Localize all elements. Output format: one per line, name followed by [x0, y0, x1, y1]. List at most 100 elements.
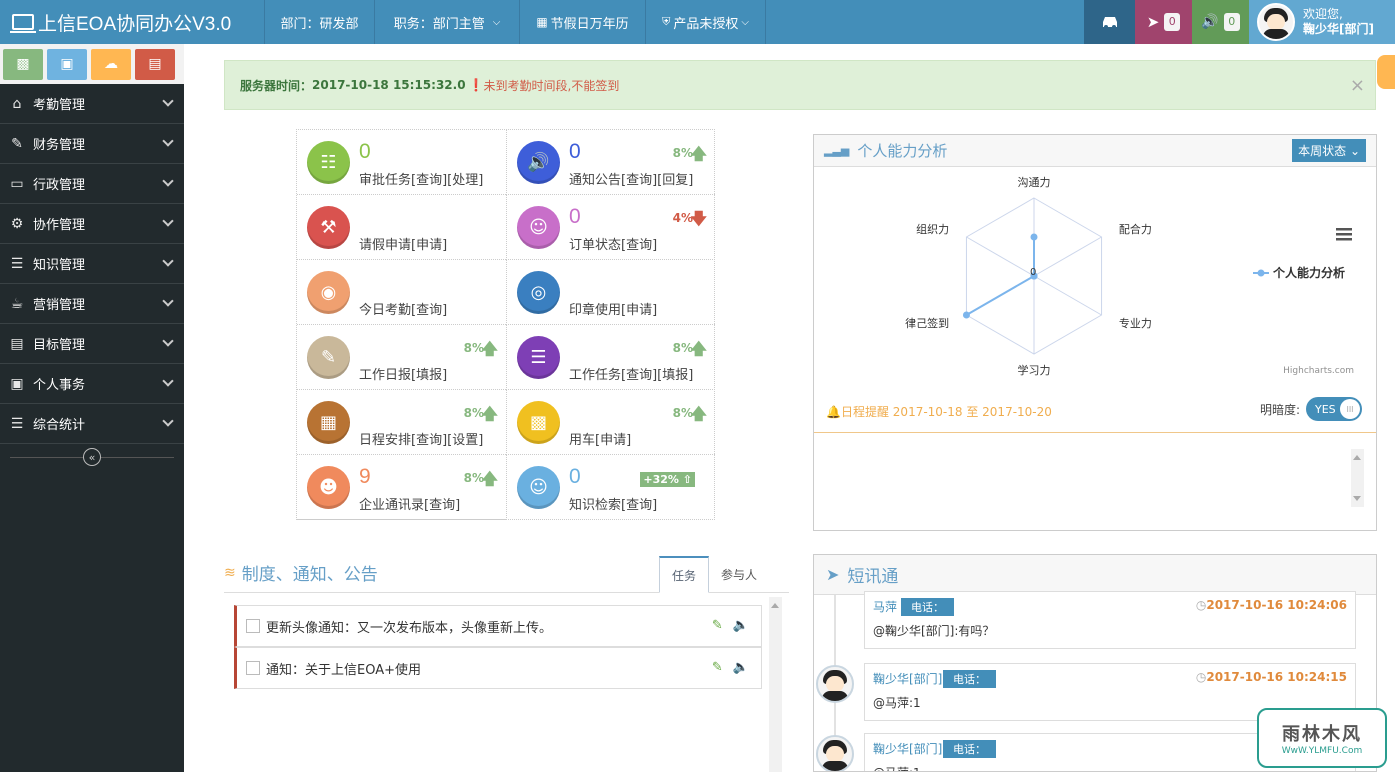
- sidebar-item-attendance[interactable]: ⌂ 考勤管理: [0, 84, 184, 124]
- sidebar-item-finance[interactable]: ✎ 财务管理: [0, 124, 184, 164]
- chevron-down-icon: ⌵: [741, 16, 749, 28]
- tile-icon: ▩: [517, 401, 560, 444]
- legend-item[interactable]: 个人能力分析: [1253, 265, 1345, 280]
- menu-icon[interactable]: [1336, 228, 1352, 241]
- notice-checkbox[interactable]: [246, 661, 260, 675]
- job-label: 职务：部门主管: [393, 16, 485, 32]
- shortcut-settings-button[interactable]: ▤: [135, 48, 175, 80]
- message-sender[interactable]: 鞠少华[部门]: [873, 740, 942, 757]
- tile-item[interactable]: 🔊 0 通知公告[查询][回复] 8% 🡅: [506, 130, 715, 195]
- volume-icon[interactable]: 🔈: [733, 660, 749, 675]
- car-button[interactable]: [1084, 0, 1135, 44]
- notice-scrollbar[interactable]: [769, 597, 782, 772]
- gears-icon: ⚙: [10, 215, 24, 232]
- sidebar-collapse[interactable]: «: [0, 444, 184, 470]
- radar-point[interactable]: [1030, 233, 1038, 241]
- notice-tabs: 任务 参与人: [658, 556, 769, 593]
- cloud-icon: ☁: [104, 56, 118, 72]
- pencil-icon[interactable]: ✎: [712, 618, 723, 633]
- message-item[interactable]: 马萍 电话： ◷2017-10-16 10:24:06 @鞠少华[部门]:有吗？: [864, 591, 1356, 649]
- shortcut-edit-button[interactable]: ▣: [47, 48, 87, 80]
- notice-header: ≋ 制度、通知、公告 任务 参与人: [224, 553, 789, 593]
- tile-percent-badge: +32% ⇧: [640, 472, 695, 487]
- sidebar-item-label: 营销管理: [33, 298, 86, 313]
- tile-icon: ☷: [307, 141, 350, 184]
- paper-plane-icon: ➤: [1146, 13, 1160, 31]
- tile-label[interactable]: 用车[申请]: [569, 429, 631, 448]
- tile-item[interactable]: ▦ 日程安排[查询][设置] 8% 🡅: [297, 390, 506, 455]
- tile-label[interactable]: 印章使用[申请]: [569, 299, 657, 318]
- tile-label[interactable]: 审批任务[查询][处理]: [359, 169, 483, 188]
- sidebar-item-knowledge[interactable]: ☰ 知识管理: [0, 244, 184, 284]
- sidebar-item-collab[interactable]: ⚙ 协作管理: [0, 204, 184, 244]
- message-sender[interactable]: 马萍: [873, 598, 897, 615]
- tab-tasks[interactable]: 任务: [658, 556, 709, 593]
- tile-label[interactable]: 工作任务[查询][填报]: [569, 364, 693, 383]
- notify-button[interactable]: ➤ 0: [1135, 0, 1192, 44]
- sidebar-item-statistics[interactable]: ☰ 综合统计: [0, 404, 184, 444]
- shortcut-stats-button[interactable]: ▩: [3, 48, 43, 80]
- tile-label[interactable]: 知识检索[查询]: [569, 494, 657, 513]
- notice-item[interactable]: 通知：关于上信EOA+使用 ✎ 🔈: [234, 647, 762, 689]
- tile-label[interactable]: 请假申请[申请]: [359, 234, 447, 253]
- tab-participants[interactable]: 参与人: [709, 556, 769, 593]
- tile-item[interactable]: ▩ 用车[申请] 8% 🡅: [506, 390, 715, 455]
- tile-item[interactable]: ☺ 0 知识检索[查询] +32% ⇧: [506, 455, 715, 520]
- sidebar-item-label: 考勤管理: [33, 98, 86, 113]
- tile-label[interactable]: 今日考勤[查询]: [359, 299, 447, 318]
- settings-tab[interactable]: [1377, 55, 1395, 89]
- clock-icon: ◷: [1195, 670, 1207, 684]
- tile-icon: ◉: [307, 271, 350, 314]
- notice-item[interactable]: 更新头像通知：又一次发布版本，头像重新上传。 ✎ 🔈: [234, 605, 762, 647]
- job-dropdown[interactable]: 职务：部门主管 ⌵: [375, 0, 520, 44]
- volume-icon[interactable]: 🔈: [733, 618, 749, 633]
- reminder-scrollbar[interactable]: [1351, 449, 1364, 507]
- sidebar-item-label: 目标管理: [33, 338, 86, 353]
- notice-text: 通知：关于上信EOA+使用: [266, 662, 422, 678]
- message-time: 2017-10-16 10:24:06: [1206, 598, 1347, 612]
- app-brand[interactable]: 上信EOA协同办公V3.0: [0, 0, 265, 44]
- tile-item[interactable]: ☺ 0 订单状态[查询] 4% 🡇: [506, 195, 715, 260]
- ability-title: 个人能力分析: [857, 142, 948, 160]
- sidebar-item-goals[interactable]: ▤ 目标管理: [0, 324, 184, 364]
- calendar-link[interactable]: ▦ 节假日万年历: [520, 0, 646, 44]
- tile-label[interactable]: 企业通讯录[查询]: [359, 494, 460, 513]
- license-dropdown[interactable]: ⛨ 产品未授权 ⌵: [646, 0, 766, 44]
- tile-item[interactable]: ☷ 0 审批任务[查询][处理]: [297, 130, 506, 195]
- schedule-reminder[interactable]: 🔔日程提醒 2017-10-18 至 2017-10-20: [826, 403, 1052, 420]
- message-sender[interactable]: 鞠少华[部门]: [873, 670, 942, 687]
- tile-item[interactable]: ☰ 工作任务[查询][填报] 8% 🡅: [506, 325, 715, 390]
- shortcut-users-button[interactable]: ☁: [91, 48, 131, 80]
- message-text: @马萍:1: [873, 696, 921, 710]
- sidebar-item-personal[interactable]: ▣ 个人事务: [0, 364, 184, 404]
- pencil-icon[interactable]: ✎: [712, 660, 723, 675]
- tile-label[interactable]: 通知公告[查询][回复]: [569, 169, 693, 188]
- watermark-logo: 雨林木风 WwW.YLMFU.Com: [1257, 708, 1387, 768]
- sidebar-item-admin[interactable]: ▭ 行政管理: [0, 164, 184, 204]
- tile-item[interactable]: ◉ 今日考勤[查询]: [297, 260, 506, 325]
- legend-label: 个人能力分析: [1272, 265, 1345, 280]
- edit-icon: ✎: [11, 135, 23, 152]
- tile-item[interactable]: ⚒ 请假申请[申请]: [297, 195, 506, 260]
- chevron-down-icon: [162, 215, 174, 227]
- tile-item[interactable]: ✎ 工作日报[填报] 8% 🡅: [297, 325, 506, 390]
- brightness-toggle[interactable]: YES III: [1306, 397, 1362, 421]
- user-menu[interactable]: 欢迎您, 鞠少华[部门]: [1249, 0, 1395, 44]
- tile-item[interactable]: ◎ 印章使用[申请]: [506, 260, 715, 325]
- toggle-value: YES: [1315, 402, 1336, 416]
- tile-label[interactable]: 日程安排[查询][设置]: [359, 429, 483, 448]
- radar-axis-label: 专业力: [1119, 316, 1152, 330]
- tile-label[interactable]: 订单状态[查询]: [569, 234, 657, 253]
- close-icon[interactable]: ×: [1350, 75, 1365, 96]
- chevron-down-icon: [162, 415, 174, 427]
- tile-item[interactable]: ☻ 9 企业通讯录[查询] 8% 🡅: [297, 455, 506, 520]
- period-label: 本周状态: [1298, 144, 1347, 158]
- sound-button[interactable]: 🔊 0: [1192, 0, 1249, 44]
- chart-credit[interactable]: Highcharts.com: [1283, 366, 1354, 376]
- sidebar-item-marketing[interactable]: ☕ 营销管理: [0, 284, 184, 324]
- radar-point[interactable]: [962, 311, 970, 319]
- watermark-title: 雨林木风: [1282, 724, 1362, 745]
- notice-checkbox[interactable]: [246, 619, 260, 633]
- period-dropdown[interactable]: 本周状态 ⌄: [1292, 139, 1366, 162]
- tile-label[interactable]: 工作日报[填报]: [359, 364, 447, 383]
